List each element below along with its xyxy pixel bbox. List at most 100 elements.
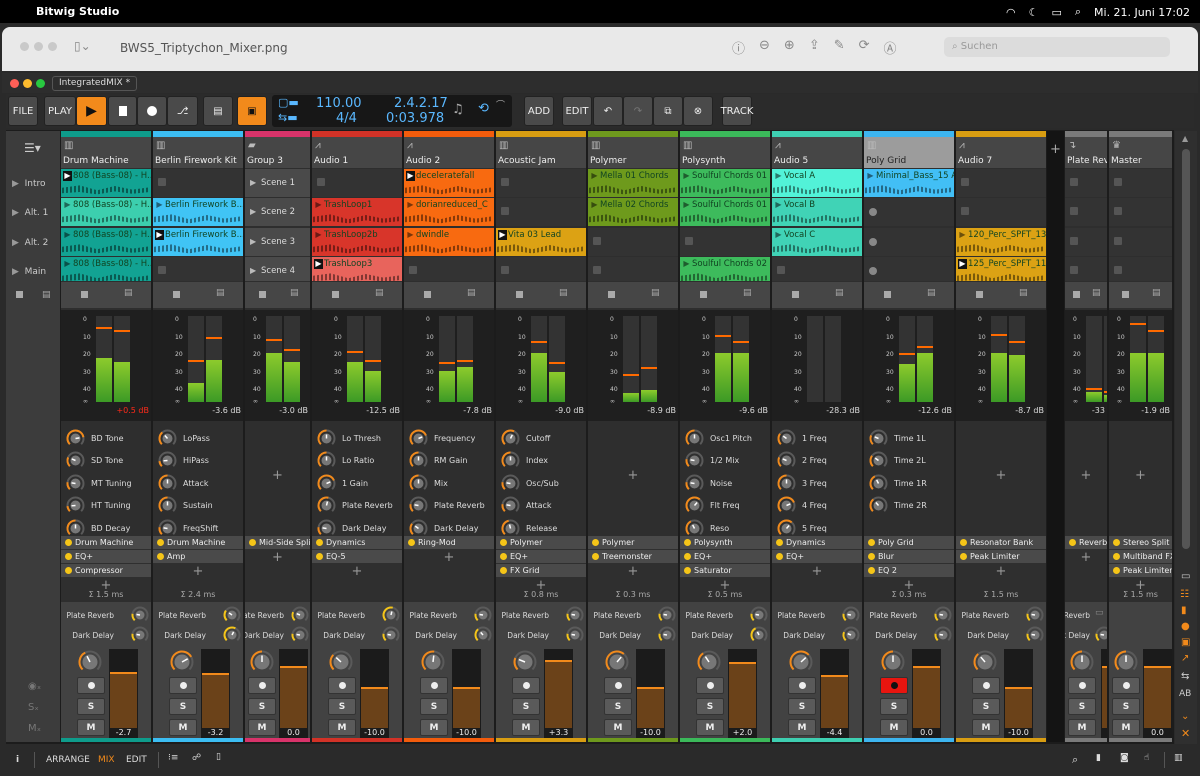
send-knob-icon[interactable] (1026, 626, 1044, 644)
device-power-icon[interactable] (249, 539, 256, 546)
clip[interactable]: ▶ TrashLoop2b (312, 228, 402, 256)
knob-icon[interactable] (777, 496, 796, 515)
clip-play-icon[interactable]: ▶ (314, 200, 323, 210)
send-knob-icon[interactable] (566, 626, 584, 644)
stop-clip-icon[interactable] (259, 291, 266, 298)
stop-clip-icon[interactable] (173, 291, 180, 298)
mixer-layout-button[interactable]: ▣ (237, 96, 267, 126)
empty-clip-slot[interactable] (680, 228, 770, 256)
volume-fader[interactable]: -10.0 (1004, 649, 1033, 738)
stop-clip-icon[interactable] (1073, 291, 1080, 298)
device-slot[interactable]: Blur (864, 550, 954, 563)
remote-control[interactable]: Release (501, 518, 557, 538)
time-signature-field[interactable]: 4/4 (336, 111, 357, 126)
track-header[interactable]: ▥ Polymer (588, 131, 678, 168)
track-header[interactable]: ⩘ Audio 7 (956, 131, 1046, 168)
close-window-button[interactable] (10, 79, 19, 88)
record-button[interactable] (137, 96, 167, 126)
record-arm-button[interactable] (420, 677, 448, 694)
clip-play-icon[interactable]: ▶ (774, 171, 783, 181)
scroll-up-icon[interactable]: ▲ (1182, 134, 1188, 143)
device-slot[interactable]: EQ+ (772, 550, 862, 563)
knob-icon[interactable] (317, 519, 336, 538)
send-knob-icon[interactable] (131, 606, 149, 624)
knob-icon[interactable] (685, 474, 704, 493)
solo-button[interactable]: S (972, 698, 1000, 715)
knob-icon[interactable] (685, 496, 704, 515)
scene-launch-1[interactable]: ▶ Intro (12, 179, 46, 189)
search-icon[interactable]: ⌕ (1075, 5, 1081, 19)
knob-icon[interactable] (869, 429, 888, 448)
clip-options-icon[interactable]: ▤ (927, 288, 936, 298)
stop-slot-icon[interactable] (685, 237, 693, 245)
file-browser-icon[interactable]: ▮ (1096, 753, 1101, 763)
clip-play-icon[interactable]: ▶ (774, 230, 783, 240)
clip[interactable]: ▶ Soulful Chords 01 A (680, 169, 770, 197)
minimize-window-button[interactable] (23, 79, 32, 88)
knob-icon[interactable] (501, 519, 520, 538)
clip[interactable]: ▶ Berlin Firework B... (153, 198, 243, 226)
sidebar-toggle-icon[interactable]: ▯⌄ (74, 39, 91, 53)
clip[interactable]: ▶ Minimal_Bass_15 A (864, 169, 954, 197)
device-power-icon[interactable] (868, 539, 875, 546)
track-header[interactable]: ▥ Berlin Firework Kit (153, 131, 243, 168)
empty-clip-slot[interactable] (864, 198, 954, 226)
solo-button[interactable]: S (328, 698, 356, 715)
knob-icon[interactable] (501, 474, 520, 493)
device-slot[interactable]: Dynamics (312, 536, 402, 549)
remote-control[interactable]: Reso (685, 518, 729, 538)
clip[interactable]: ▶ Soulful Chords 02 B (680, 257, 770, 281)
clip[interactable]: ▶ 808 (Bass-08) - H... (61, 198, 151, 226)
send-knob[interactable] (131, 606, 149, 628)
scene-launch-3[interactable]: ▶ Alt. 2 (12, 238, 48, 248)
device-power-icon[interactable] (1113, 539, 1120, 546)
peak-level-readout[interactable]: -8.9 dB (647, 406, 676, 415)
solo-button[interactable]: S (604, 698, 632, 715)
device-slot[interactable]: Drum Machine (61, 536, 151, 549)
device-slot[interactable]: Drum Machine (153, 536, 243, 549)
pan-knob[interactable] (973, 650, 997, 678)
mute-button[interactable]: M (77, 719, 105, 736)
add-device-icon[interactable]: + (1135, 468, 1146, 483)
send-knob-icon[interactable] (131, 626, 149, 644)
comment-icon[interactable]: ▭ (1181, 571, 1190, 582)
device-power-icon[interactable] (776, 539, 783, 546)
send-knob-icon[interactable] (658, 626, 676, 644)
clip-play-icon[interactable]: ▶ (958, 230, 967, 240)
clear-mute-icon[interactable]: Mₓ (28, 723, 41, 734)
device-slot[interactable]: Dynamics (772, 536, 862, 549)
track-header[interactable]: ⩘ Audio 5 (772, 131, 862, 168)
record-arm-button[interactable] (328, 677, 356, 694)
expand-icon[interactable]: ⌄ (1181, 711, 1189, 722)
add-device-icon[interactable]: + (1081, 468, 1092, 483)
send-knob[interactable] (382, 606, 400, 628)
knob-icon[interactable] (685, 519, 704, 538)
mute-button[interactable]: M (328, 719, 356, 736)
volume-fader[interactable]: 0.0 (1143, 649, 1172, 738)
pan-knob[interactable] (881, 650, 905, 678)
solo-button[interactable]: S (169, 698, 197, 715)
device-slot[interactable]: Saturator (680, 564, 770, 577)
send-knob[interactable] (223, 606, 241, 628)
remote-control[interactable]: Plate Reverb (317, 496, 393, 516)
remote-control[interactable]: 1 Freq (777, 428, 827, 448)
mute-button[interactable]: M (604, 719, 632, 736)
track-header[interactable]: ♛ Master (1109, 131, 1172, 168)
loop-icon[interactable]: ⟲ (478, 101, 489, 116)
moon-icon[interactable]: ☾ (1029, 6, 1039, 19)
add-device-icon[interactable]: + (812, 564, 823, 579)
volume-fader[interactable]: -3.2 (201, 649, 230, 738)
stop-clip-icon[interactable] (792, 291, 799, 298)
send-knob[interactable] (842, 606, 860, 628)
edit-view-tab[interactable]: EDIT (126, 755, 147, 765)
mute-button[interactable]: M (880, 719, 908, 736)
send-knob-icon[interactable] (1026, 606, 1044, 624)
peak-level-readout[interactable]: -12.6 dB (918, 406, 952, 415)
pan-knob-icon[interactable] (78, 650, 102, 674)
knob-icon[interactable] (501, 496, 520, 515)
group-scene-slot[interactable]: ▶ Scene 2 (245, 198, 310, 226)
app-menu-name[interactable]: Bitwig Studio (36, 5, 119, 18)
solo-button[interactable]: S (1112, 698, 1140, 715)
clip-play-icon[interactable]: ▶ (866, 171, 875, 181)
pan-knob-icon[interactable] (329, 650, 353, 674)
